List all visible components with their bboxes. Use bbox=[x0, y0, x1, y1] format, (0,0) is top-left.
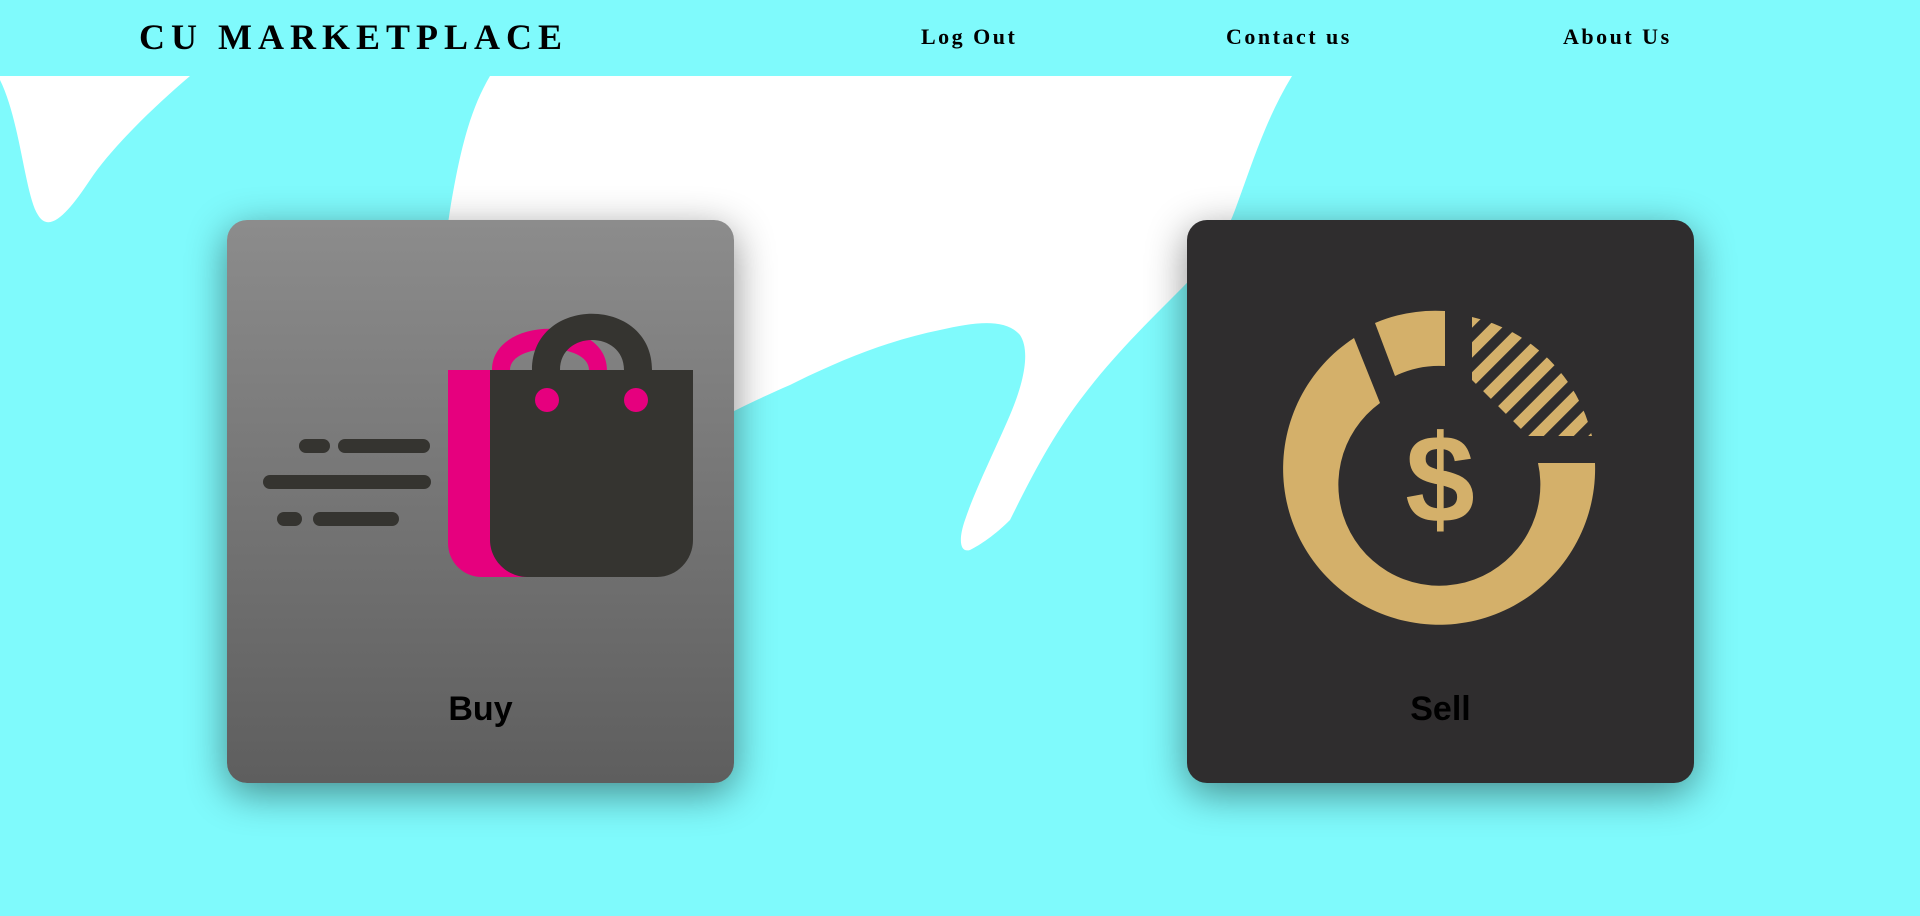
buy-card-label: Buy bbox=[448, 690, 513, 728]
shopping-bag-icon bbox=[263, 313, 693, 577]
nav-contact-us-link[interactable]: Contact us bbox=[1226, 24, 1352, 50]
brand-logo-link[interactable]: CU MARKETPLACE bbox=[139, 16, 568, 58]
nav-about-us-link[interactable]: About Us bbox=[1563, 24, 1672, 50]
sell-card[interactable]: $ Sell bbox=[1187, 220, 1694, 783]
dollar-pie-chart-icon: $ bbox=[1283, 310, 1596, 625]
page: CU MARKETPLACE Log Out Contact us About … bbox=[0, 0, 1920, 916]
buy-card[interactable]: Buy bbox=[227, 220, 734, 783]
svg-text:$: $ bbox=[1405, 410, 1475, 549]
navbar: CU MARKETPLACE Log Out Contact us About … bbox=[0, 0, 1920, 76]
nav-log-out-link[interactable]: Log Out bbox=[921, 24, 1017, 50]
sell-card-label: Sell bbox=[1410, 690, 1471, 728]
